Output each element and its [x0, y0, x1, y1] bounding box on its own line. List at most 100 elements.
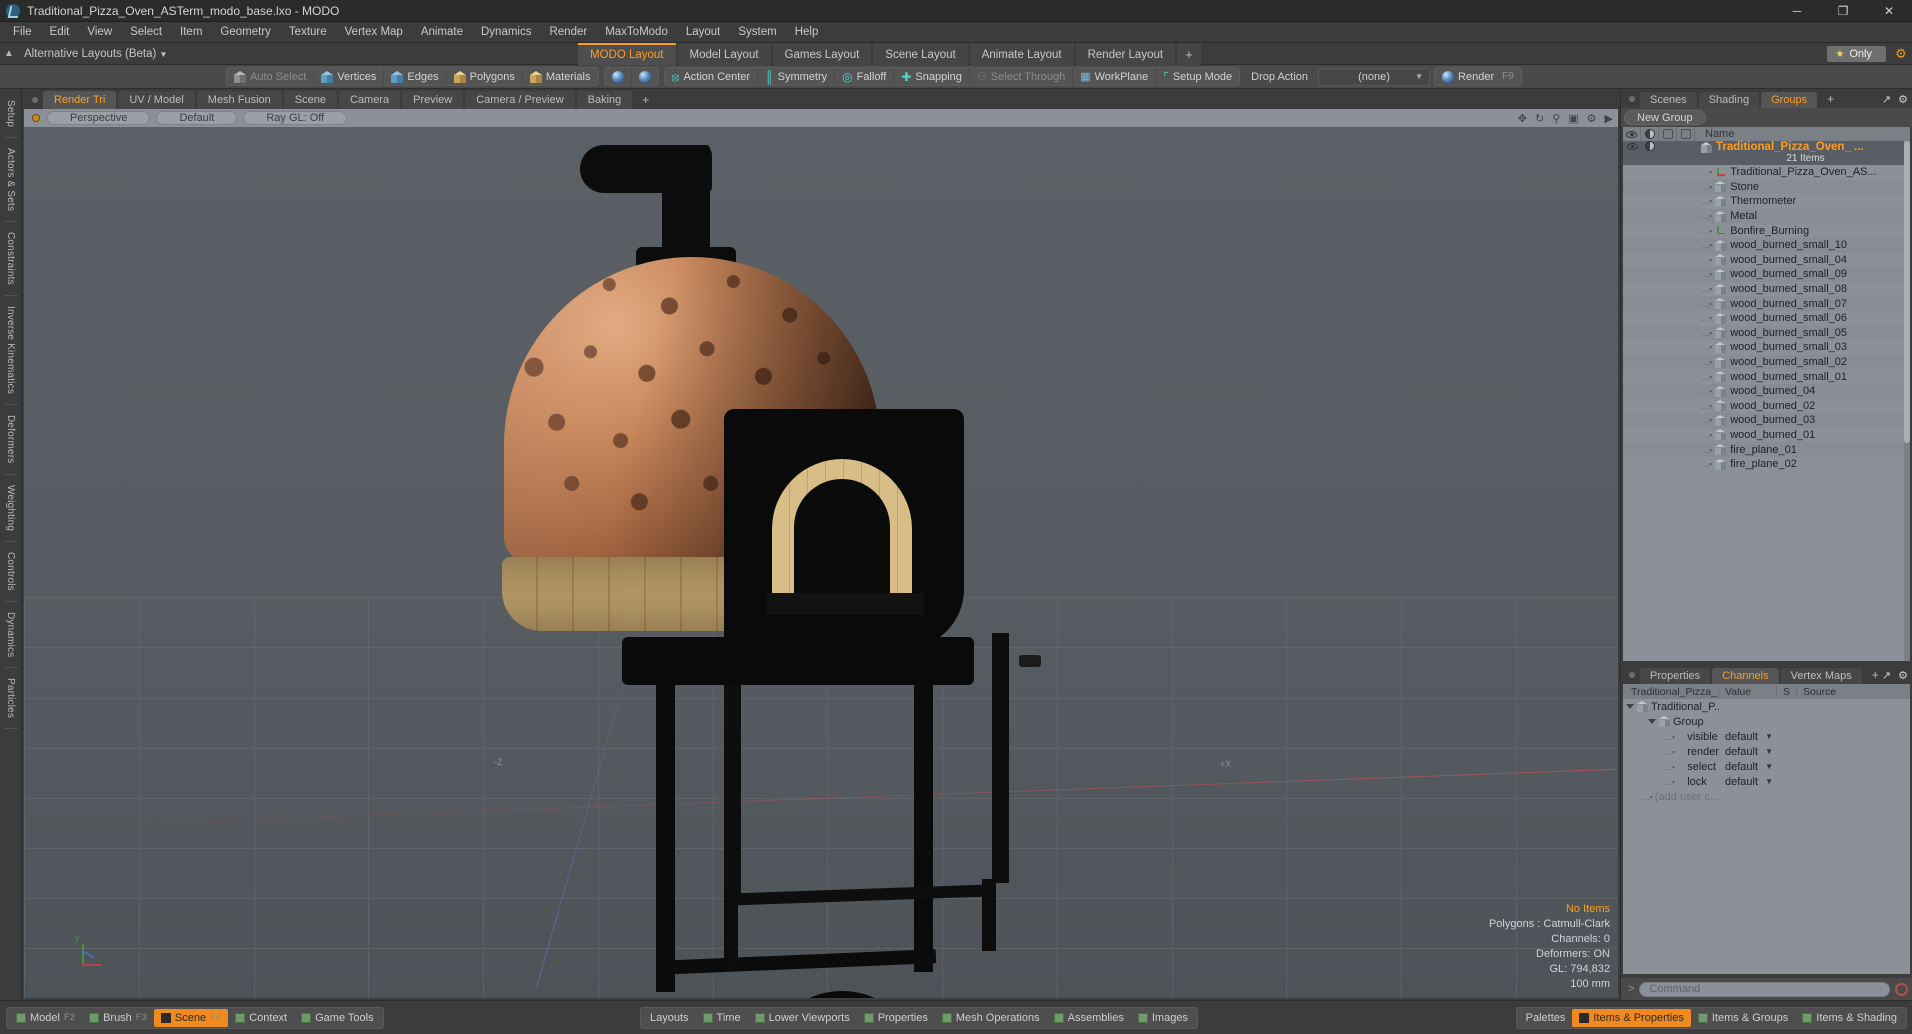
menu-item-vertex-map[interactable]: Vertex Map: [336, 23, 412, 41]
rail-item-constraints[interactable]: Constraints: [5, 225, 16, 292]
channel-row[interactable]: …▪ lock default ▼: [1623, 774, 1910, 789]
channels-tab-channels[interactable]: Channels: [1712, 668, 1779, 684]
tree-group-row[interactable]: Traditional_Pizza_Oven_ ... 21 Items: [1623, 141, 1910, 165]
tree-item-row[interactable]: …▪ fire_plane_02: [1623, 456, 1910, 472]
channel-row[interactable]: Traditional_P...: [1623, 699, 1910, 714]
popout-icon[interactable]: ↗: [1882, 93, 1891, 106]
viewport-shading-dropdown[interactable]: Default: [156, 111, 238, 125]
minimize-button[interactable]: ─: [1774, 0, 1820, 22]
tree-item-row[interactable]: …▪ Metal: [1623, 208, 1910, 224]
tree-item-row[interactable]: …▪ wood_burned_small_03: [1623, 340, 1910, 355]
menu-item-edit[interactable]: Edit: [41, 23, 79, 41]
bottom-button-palettes[interactable]: Palettes: [1519, 1009, 1573, 1027]
channel-row[interactable]: …▪ render default ▼: [1623, 744, 1910, 759]
bottom-button-properties[interactable]: Properties: [857, 1009, 935, 1027]
bottom-button-model[interactable]: Model F2: [9, 1009, 82, 1027]
tree-item-row[interactable]: …▪ wood_burned_small_06: [1623, 310, 1910, 326]
tree-item-row[interactable]: …▪ wood_burned_small_04: [1623, 252, 1910, 268]
channel-value-cell[interactable]: default ▼: [1719, 776, 1777, 788]
snapping-button[interactable]: ✚ Snapping: [894, 68, 970, 85]
channel-value-cell[interactable]: default ▼: [1719, 746, 1777, 758]
group-eye-toggle[interactable]: [1623, 141, 1641, 151]
zoom-icon[interactable]: ⚲: [1552, 112, 1560, 125]
tree-item-row[interactable]: …▪ Stone: [1623, 179, 1910, 195]
shading-column-header[interactable]: [1641, 127, 1659, 141]
render-column-header[interactable]: [1659, 127, 1677, 141]
menu-item-view[interactable]: View: [78, 23, 121, 41]
right-tab-scenes[interactable]: Scenes: [1640, 92, 1697, 108]
tree-item-row[interactable]: …▪ Traditional_Pizza_Oven_AS...: [1623, 165, 1910, 180]
menu-item-select[interactable]: Select: [121, 23, 171, 41]
menu-item-animate[interactable]: Animate: [412, 23, 472, 41]
layout-tab-animate-layout[interactable]: Animate Layout: [969, 43, 1074, 65]
right-panel-menu-icon[interactable]: [1629, 96, 1635, 102]
layout-tab-render-layout[interactable]: Render Layout: [1075, 43, 1176, 65]
workplane-button[interactable]: ▦ WorkPlane: [1073, 68, 1157, 85]
rail-item-inverse-kinematics[interactable]: Inverse Kinematics: [5, 299, 16, 401]
viewport-tab-camera-preview[interactable]: Camera / Preview: [465, 91, 575, 109]
rail-item-dynamics[interactable]: Dynamics: [5, 605, 16, 665]
channel-value-cell[interactable]: default ▼: [1719, 731, 1777, 743]
disclosure-triangle-icon[interactable]: [1648, 719, 1656, 724]
bottom-button-brush[interactable]: Brush F3: [82, 1009, 154, 1027]
menu-item-item[interactable]: Item: [171, 23, 211, 41]
menu-item-dynamics[interactable]: Dynamics: [472, 23, 540, 41]
right-tab-shading[interactable]: Shading: [1698, 92, 1760, 108]
layout-tab-scene-layout[interactable]: Scene Layout: [873, 43, 968, 65]
alternative-layouts-dropdown[interactable]: Alternative Layouts (Beta) ▼: [18, 48, 173, 60]
tree-item-row[interactable]: …▪ wood_burned_03: [1623, 413, 1910, 428]
viewport-settings-icon[interactable]: ⚙: [1587, 112, 1597, 125]
viewport-menu-icon[interactable]: [32, 97, 38, 103]
bottom-button-game-tools[interactable]: Game Tools: [294, 1009, 381, 1027]
rail-item-weighting[interactable]: Weighting: [5, 478, 16, 538]
menu-item-system[interactable]: System: [729, 23, 785, 41]
rail-item-particles[interactable]: Particles: [5, 671, 16, 725]
rail-item-setup[interactable]: Setup: [5, 93, 16, 134]
drop-action-select[interactable]: (none) ▼: [1318, 67, 1431, 86]
tree-item-row[interactable]: …▪ wood_burned_01: [1623, 427, 1910, 443]
tree-item-row[interactable]: …▪ wood_burned_small_05: [1623, 325, 1910, 341]
group-select-toggle[interactable]: [1677, 141, 1695, 151]
channel-row[interactable]: …▪ select default ▼: [1623, 759, 1910, 774]
channels-tab-properties[interactable]: Properties: [1640, 668, 1711, 684]
channels-table[interactable]: Traditional_Pizza_... Value S Source Tra…: [1623, 684, 1910, 974]
new-group-button[interactable]: New Group: [1624, 110, 1706, 125]
symmetry-button[interactable]: ║ Symmetry: [758, 68, 836, 85]
viewport-tab-mesh-fusion[interactable]: Mesh Fusion: [196, 91, 282, 109]
viewport-tab-preview[interactable]: Preview: [402, 91, 464, 109]
falloff-button[interactable]: ◎ Falloff: [835, 68, 895, 85]
maximize-viewport-icon[interactable]: ▶: [1605, 112, 1613, 125]
collapse-icon[interactable]: ▲: [0, 48, 18, 59]
right-tab-groups[interactable]: Groups: [1761, 92, 1818, 108]
bottom-button-time[interactable]: Time: [696, 1009, 748, 1027]
bottom-button-items-groups[interactable]: Items & Groups: [1691, 1009, 1795, 1027]
channel-value-cell[interactable]: default ▼: [1719, 761, 1777, 773]
viewport-options-icon[interactable]: [32, 114, 40, 122]
setup-mode-button[interactable]: ⌜ Setup Mode: [1156, 68, 1239, 85]
bottom-button-images[interactable]: Images: [1131, 1009, 1195, 1027]
add-layout-tab-button[interactable]: +: [1177, 43, 1201, 65]
chevron-down-icon[interactable]: ▼: [1765, 747, 1773, 756]
tree-item-row[interactable]: …▪ Bonfire_Burning: [1623, 223, 1910, 238]
bottom-button-scene[interactable]: Scene F4: [153, 1008, 229, 1027]
tree-item-row[interactable]: …▪ wood_burned_02: [1623, 398, 1910, 414]
chevron-down-icon[interactable]: ▼: [1765, 777, 1773, 786]
fit-icon[interactable]: ✥: [1518, 112, 1527, 125]
action-center-button[interactable]: ⦻ Action Center: [665, 68, 759, 85]
mode-edges-button[interactable]: Edges: [384, 68, 447, 85]
render-button[interactable]: Render F9: [1435, 68, 1521, 85]
tree-item-row[interactable]: …▪ fire_plane_01: [1623, 442, 1910, 457]
close-button[interactable]: ✕: [1866, 0, 1912, 22]
pan-icon[interactable]: ▣: [1568, 112, 1578, 125]
layout-tab-games-layout[interactable]: Games Layout: [772, 43, 872, 65]
viewport-tab-render-tri[interactable]: Render Tri: [43, 91, 117, 109]
only-toggle[interactable]: ★ Only: [1827, 46, 1886, 62]
layout-tab-model-layout[interactable]: Model Layout: [677, 43, 771, 65]
tree-item-row[interactable]: …▪ wood_burned_small_08: [1623, 281, 1910, 297]
tree-item-row[interactable]: …▪ wood_burned_small_02: [1623, 354, 1910, 370]
maximize-button[interactable]: ❐: [1820, 0, 1866, 22]
select-column-header[interactable]: [1677, 127, 1695, 141]
select-mode-icon-b[interactable]: [632, 68, 658, 85]
mode-materials-button[interactable]: Materials: [523, 68, 598, 85]
bottom-button-items-properties[interactable]: Items & Properties: [1572, 1008, 1691, 1027]
